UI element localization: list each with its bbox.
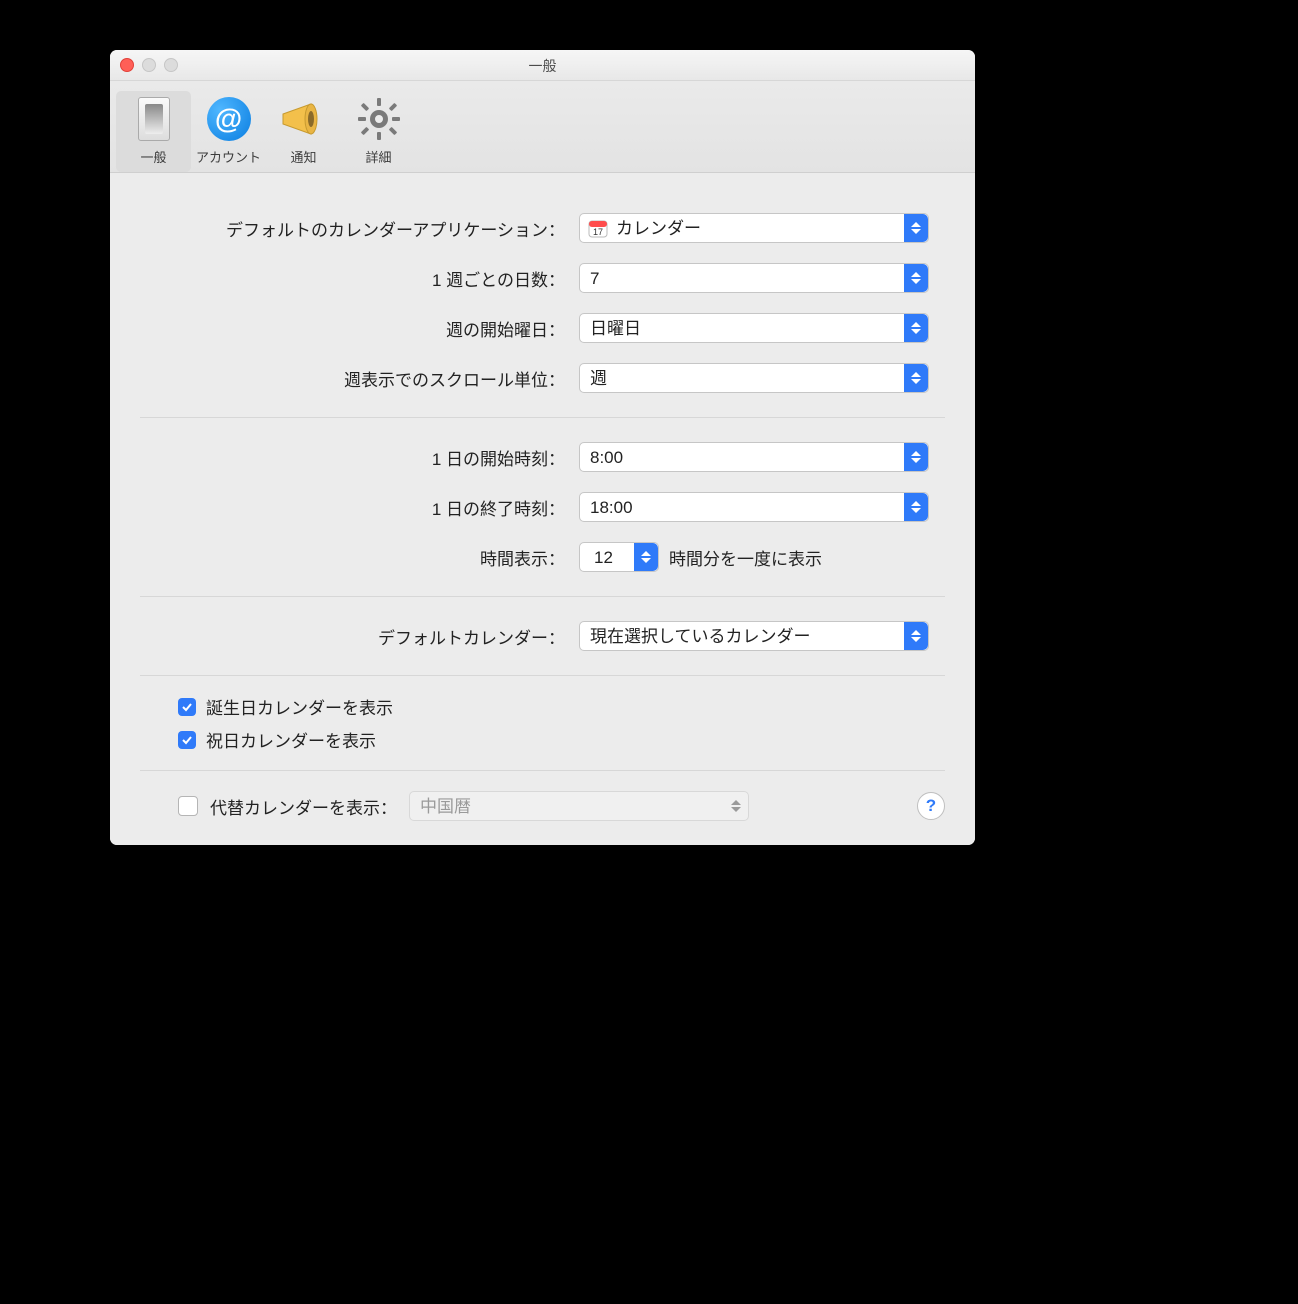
label-days-per-week: 1 週ごとの日数：: [140, 266, 579, 291]
select-scroll-unit[interactable]: 週: [579, 363, 929, 393]
stepper-arrows-icon: [904, 622, 928, 650]
toolbar-accounts[interactable]: @ アカウント: [191, 91, 266, 172]
select-value: 18:00: [590, 498, 633, 517]
select-value: 12: [594, 548, 613, 567]
stepper-arrows-icon: [904, 443, 928, 471]
stepper-arrows-icon: [634, 543, 658, 571]
checkbox-birthday-label: 誕生日カレンダーを表示: [206, 694, 393, 719]
label-scroll-unit: 週表示でのスクロール単位：: [140, 366, 579, 391]
label-day-start: 1 日の開始時刻：: [140, 445, 579, 470]
label-day-end: 1 日の終了時刻：: [140, 495, 579, 520]
label-default-app: デフォルトのカレンダーアプリケーション：: [140, 216, 579, 241]
preferences-toolbar: 一般 @ アカウント 通知: [110, 81, 975, 173]
label-default-calendar: デフォルトカレンダー：: [140, 624, 579, 649]
select-day-start[interactable]: 8:00: [579, 442, 929, 472]
checkbox-holiday-label: 祝日カレンダーを表示: [206, 727, 376, 752]
megaphone-icon: [280, 95, 328, 143]
separator: [140, 417, 945, 418]
gear-icon: [355, 95, 403, 143]
help-icon: ?: [926, 796, 936, 816]
checkbox-holiday[interactable]: [178, 731, 196, 749]
select-alt-calendar: 中国暦: [409, 791, 749, 821]
select-value: 日曜日: [590, 319, 641, 338]
checkbox-alt-calendar[interactable]: [178, 796, 198, 816]
stepper-arrows-icon: [904, 364, 928, 392]
stepper-arrows-icon: [904, 214, 928, 242]
stepper-arrows-icon: [904, 314, 928, 342]
check-icon: [181, 701, 193, 713]
hours-shown-suffix: 時間分を一度に表示: [669, 545, 822, 570]
switch-icon: [130, 95, 178, 143]
separator: [140, 675, 945, 676]
toolbar-label: 通知: [290, 147, 316, 166]
separator: [140, 596, 945, 597]
window-title: 一般: [110, 56, 975, 76]
select-value: 8:00: [590, 448, 623, 467]
stepper-arrows-icon: [724, 792, 748, 820]
select-default-app[interactable]: 17 カレンダー: [579, 213, 929, 243]
toolbar-general[interactable]: 一般: [116, 91, 191, 172]
select-value: 現在選択しているカレンダー: [590, 627, 811, 646]
titlebar: 一般: [110, 50, 975, 81]
toolbar-label: 詳細: [365, 147, 391, 166]
preferences-window: 一般 一般 @ アカウント 通知: [110, 50, 975, 845]
select-day-end[interactable]: 18:00: [579, 492, 929, 522]
calendar-icon: 17: [588, 219, 608, 239]
toolbar-advanced[interactable]: 詳細: [341, 91, 416, 172]
select-value: 7: [590, 269, 599, 288]
select-week-start[interactable]: 日曜日: [579, 313, 929, 343]
check-icon: [181, 734, 193, 746]
separator: [140, 770, 945, 771]
toolbar-label: 一般: [140, 147, 166, 166]
help-button[interactable]: ?: [917, 792, 945, 820]
select-value: 週: [590, 369, 607, 388]
label-hours-shown: 時間表示：: [140, 545, 579, 570]
at-icon: @: [205, 95, 253, 143]
checkbox-alt-calendar-label: 代替カレンダーを表示：: [210, 794, 397, 819]
stepper-arrows-icon: [904, 264, 928, 292]
select-value: カレンダー: [616, 219, 701, 238]
stepper-arrows-icon: [904, 493, 928, 521]
select-hours-shown[interactable]: 12: [579, 542, 659, 572]
label-week-start: 週の開始曜日：: [140, 316, 579, 341]
checkbox-birthday[interactable]: [178, 698, 196, 716]
content-area: デフォルトのカレンダーアプリケーション： 17 カレンダー 1 週ごとの日数：: [110, 173, 975, 845]
toolbar-alerts[interactable]: 通知: [266, 91, 341, 172]
select-value: 中国暦: [420, 797, 471, 816]
svg-text:17: 17: [593, 227, 603, 237]
select-default-calendar[interactable]: 現在選択しているカレンダー: [579, 621, 929, 651]
select-days-per-week[interactable]: 7: [579, 263, 929, 293]
toolbar-label: アカウント: [196, 147, 261, 166]
